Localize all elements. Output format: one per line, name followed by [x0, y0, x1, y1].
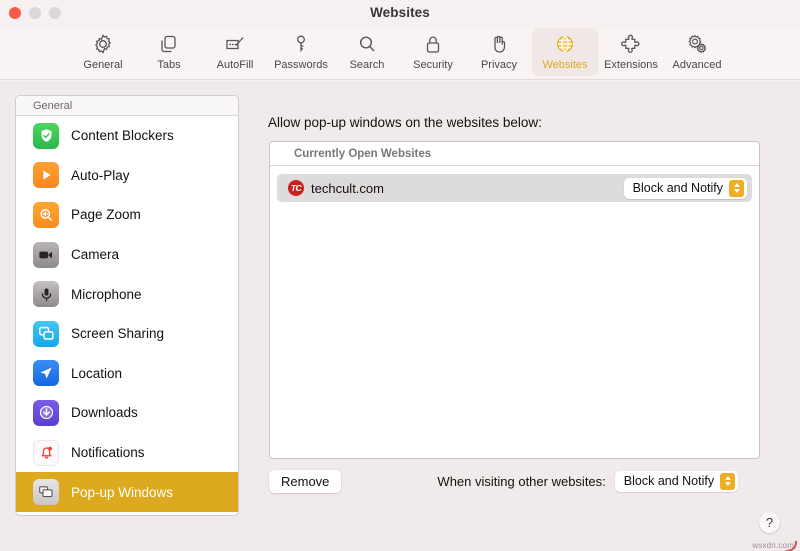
help-button[interactable]: ? — [759, 512, 780, 533]
sidebar-item-pop-up-windows[interactable]: Pop-up Windows — [16, 472, 238, 512]
toolbar-item-security[interactable]: Security — [400, 28, 466, 76]
magnifier-plus-icon — [33, 201, 59, 228]
toolbar-item-label: Advanced — [672, 59, 722, 71]
play-icon — [33, 162, 59, 189]
sidebar-item-label: Camera — [71, 247, 120, 263]
gears-icon — [685, 31, 709, 57]
favicon-text: TC — [290, 183, 302, 193]
sidebar-item-label: Notifications — [71, 445, 145, 461]
chevron-up-down-icon — [729, 179, 744, 197]
location-arrow-icon — [33, 360, 59, 387]
chevron-up-down-icon — [720, 472, 736, 490]
other-websites-label: When visiting other websites: — [437, 473, 606, 489]
toolbar-item-tabs[interactable]: Tabs — [136, 28, 202, 76]
other-websites-dropdown[interactable]: Block and Notify — [614, 470, 739, 492]
toolbar-item-general[interactable]: General — [70, 28, 136, 76]
sidebar-item-camera[interactable]: Camera — [16, 235, 238, 275]
toolbar-item-websites[interactable]: Websites — [532, 28, 598, 76]
toolbar-item-search[interactable]: Search — [334, 28, 400, 76]
site-permission-value: Block and Notify — [632, 181, 723, 195]
toolbar-item-label: Tabs — [157, 59, 181, 71]
search-icon — [355, 31, 379, 57]
key-icon — [289, 31, 313, 57]
remove-button[interactable]: Remove — [269, 469, 342, 493]
sidebar-item-downloads[interactable]: Downloads — [16, 393, 238, 433]
preferences-toolbar: General Tabs AutoFill Passwords Search S… — [0, 28, 800, 80]
sidebar-item-microphone[interactable]: Microphone — [16, 274, 238, 314]
sidebar-item-label: Page Zoom — [71, 207, 141, 223]
shield-check-icon — [33, 122, 59, 149]
site-permission-dropdown[interactable]: Block and Notify — [623, 177, 747, 199]
sidebar-item-notifications[interactable]: Notifications — [16, 433, 238, 473]
toolbar-item-label: Extensions — [604, 59, 658, 71]
sidebar-item-label: Downloads — [71, 405, 138, 421]
hand-icon — [487, 31, 511, 57]
sidebar-item-page-zoom[interactable]: Page Zoom — [16, 195, 238, 235]
list-actions-bar: Remove When visiting other websites: Blo… — [269, 469, 760, 493]
preferences-window: Websites General Tabs AutoFill Passwords… — [0, 0, 800, 551]
pop-up-windows-panel: Allow pop-up windows on the websites bel… — [248, 81, 800, 551]
windows-icon — [33, 479, 59, 506]
toolbar-item-label: Privacy — [480, 59, 518, 71]
toolbar-item-label: Websites — [542, 59, 588, 71]
bell-icon — [33, 439, 59, 466]
window-title: Websites — [370, 5, 430, 20]
sidebar-item-location[interactable]: Location — [16, 354, 238, 394]
toolbar-item-privacy[interactable]: Privacy — [466, 28, 532, 76]
table-row[interactable]: TC techcult.com Block and Notify — [277, 174, 752, 202]
toolbar-item-label: General — [83, 59, 123, 71]
download-icon — [33, 399, 59, 426]
allow-popups-label: Allow pop-up windows on the websites bel… — [268, 115, 542, 130]
gear-icon — [91, 31, 115, 57]
tabs-icon — [157, 31, 181, 57]
websites-list: Currently Open Websites TC techcult.com … — [269, 141, 760, 459]
sidebar-section-header: General — [16, 96, 238, 116]
title-bar: Websites — [0, 0, 800, 28]
puzzle-icon — [619, 31, 643, 57]
sidebar-item-auto-play[interactable]: Auto-Play — [16, 156, 238, 196]
microphone-icon — [33, 281, 59, 308]
sidebar-item-label: Pop-up Windows — [71, 484, 174, 500]
other-websites-value: Block and Notify — [623, 474, 715, 488]
preferences-content: General Content Blockers Auto-Play Page … — [0, 81, 800, 551]
sidebar-item-label: Auto-Play — [71, 167, 130, 183]
lock-icon — [421, 31, 445, 57]
camera-icon — [33, 241, 59, 268]
sidebar-item-screen-sharing[interactable]: Screen Sharing — [16, 314, 238, 354]
toolbar-item-passwords[interactable]: Passwords — [268, 28, 334, 76]
toolbar-item-label: Passwords — [274, 59, 328, 71]
site-name: techcult.com — [311, 180, 384, 196]
list-section-header: Currently Open Websites — [270, 142, 759, 166]
toolbar-item-label: AutoFill — [216, 59, 254, 71]
toolbar-item-label: Search — [349, 59, 385, 71]
sidebar-item-label: Microphone — [71, 286, 142, 302]
sidebar-item-label: Content Blockers — [71, 128, 174, 144]
toolbar-item-extensions[interactable]: Extensions — [598, 28, 664, 76]
favicon-icon: TC — [288, 180, 304, 196]
websites-sidebar: General Content Blockers Auto-Play Page … — [15, 95, 239, 516]
toolbar-item-advanced[interactable]: Advanced — [664, 28, 730, 76]
sidebar-item-label: Location — [71, 365, 123, 381]
sidebar-item-label: Screen Sharing — [71, 326, 165, 342]
globe-icon — [553, 31, 577, 57]
toolbar-item-label: Security — [413, 59, 453, 71]
sidebar-item-content-blockers[interactable]: Content Blockers — [16, 116, 238, 156]
toolbar-item-autofill[interactable]: AutoFill — [202, 28, 268, 76]
screen-share-icon — [33, 320, 59, 347]
autofill-icon — [223, 31, 247, 57]
